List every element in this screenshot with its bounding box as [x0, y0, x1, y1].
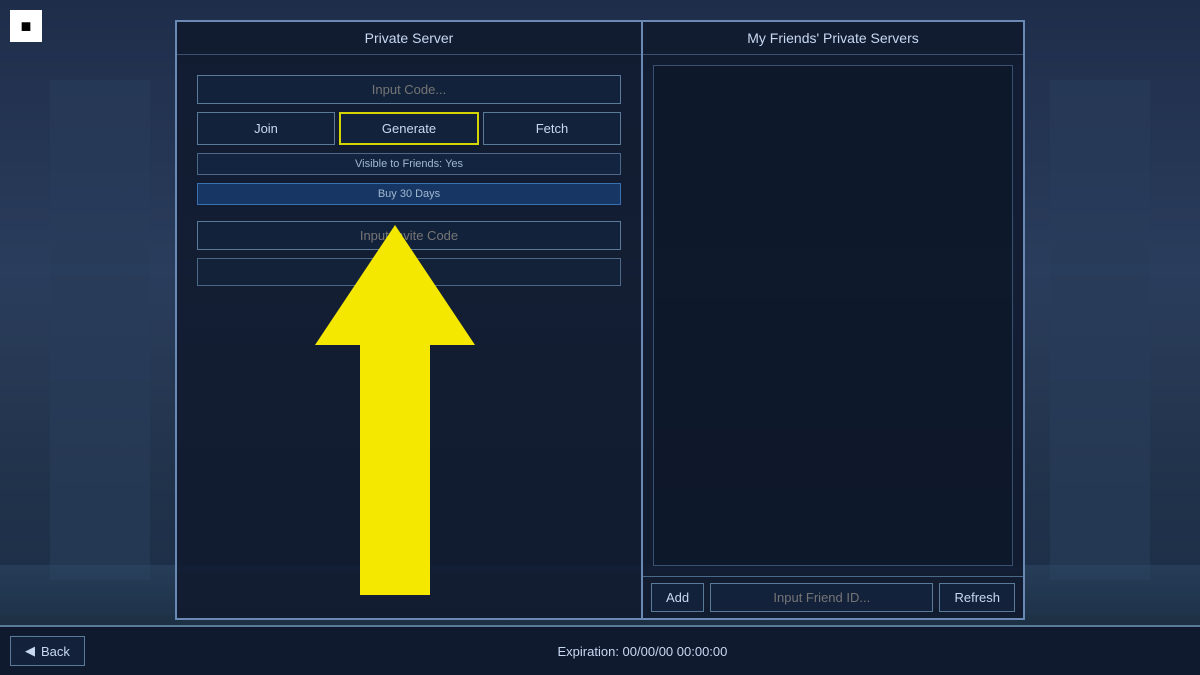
friends-list-area — [643, 55, 1023, 576]
main-ui: Private Server Join Generate Fetch Visib… — [175, 20, 1025, 620]
visible-to-friends-row: Visible to Friends: Yes — [197, 153, 621, 175]
invite-code-field[interactable] — [197, 221, 621, 250]
right-panel-title: My Friends' Private Servers — [643, 22, 1023, 55]
left-panel: Private Server Join Generate Fetch Visib… — [177, 22, 643, 618]
back-button[interactable]: ◀ Back — [10, 636, 85, 666]
add-friend-button[interactable]: Add — [651, 583, 704, 612]
expiration-text: Expiration: 00/00/00 00:00:00 — [95, 644, 1190, 659]
right-panel: My Friends' Private Servers Add Refresh — [643, 22, 1023, 618]
building-left — [50, 80, 150, 580]
blank-field — [197, 258, 621, 286]
input-code-field[interactable] — [197, 75, 621, 104]
bottom-bar: ◀ Back Expiration: 00/00/00 00:00:00 — [0, 625, 1200, 675]
back-label: Back — [41, 644, 70, 659]
generate-button[interactable]: Generate — [339, 112, 479, 145]
friend-id-input[interactable] — [710, 583, 933, 612]
join-button[interactable]: Join — [197, 112, 335, 145]
fetch-button[interactable]: Fetch — [483, 112, 621, 145]
buy-30-days-row[interactable]: Buy 30 Days — [197, 183, 621, 205]
action-button-row: Join Generate Fetch — [197, 112, 621, 145]
refresh-button[interactable]: Refresh — [939, 583, 1015, 612]
friends-list-empty — [653, 65, 1013, 566]
left-panel-title: Private Server — [177, 22, 641, 55]
roblox-logo: ■ — [10, 10, 42, 42]
panel-content: Join Generate Fetch Visible to Friends: … — [177, 55, 641, 306]
back-icon: ◀ — [25, 643, 35, 659]
roblox-icon: ■ — [21, 16, 32, 37]
friends-bottom-bar: Add Refresh — [643, 576, 1023, 618]
building-right — [1050, 80, 1150, 580]
